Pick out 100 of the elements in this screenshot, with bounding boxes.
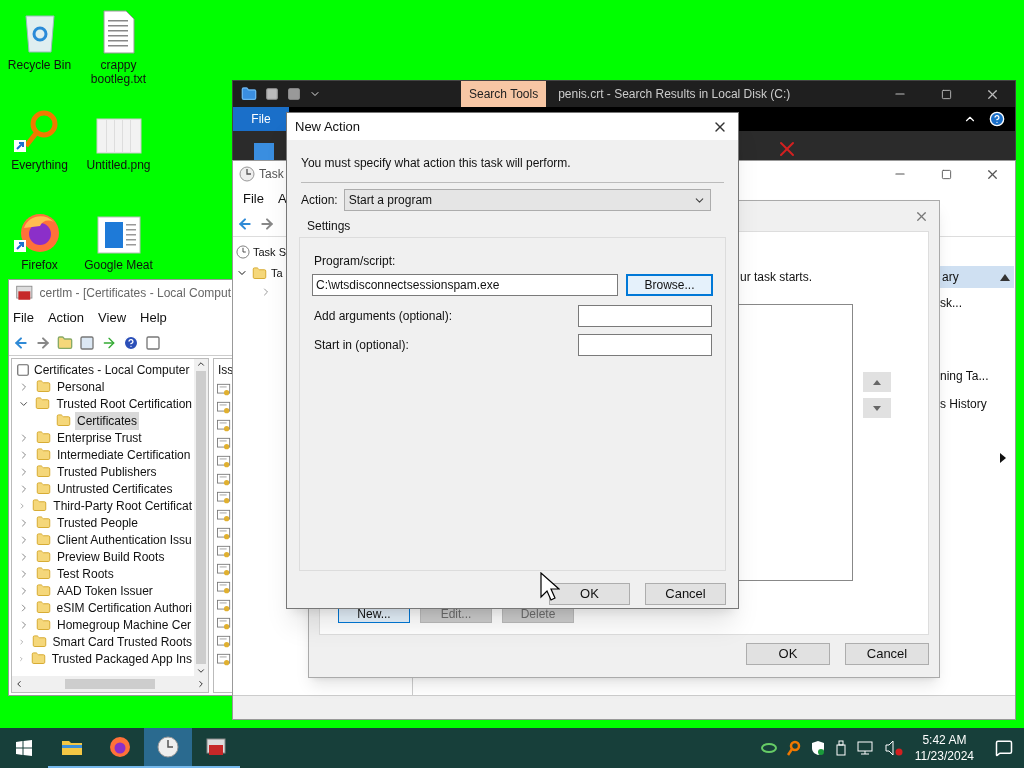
dialog-button[interactable]: OK bbox=[746, 643, 830, 665]
shortcut-arrow-icon bbox=[14, 240, 26, 252]
horizontal-scrollbar[interactable] bbox=[12, 676, 208, 692]
collapse-icon[interactable] bbox=[1000, 273, 1010, 281]
certificate-icon bbox=[217, 419, 231, 433]
back-icon[interactable] bbox=[237, 215, 253, 232]
tree-item[interactable]: Untrusted Certificates bbox=[55, 479, 175, 498]
pane-header[interactable]: ary bbox=[942, 268, 959, 286]
tree-item[interactable]: Ta bbox=[271, 264, 283, 282]
tree-item[interactable]: Trusted Root Certification bbox=[54, 394, 194, 413]
desktop-icon-label[interactable]: crappy bootleg.txt bbox=[79, 58, 158, 86]
tree-item[interactable]: Third-Party Root Certificat bbox=[51, 496, 194, 515]
dialog-button[interactable]: OK bbox=[549, 583, 630, 605]
action-link[interactable]: ning Ta... bbox=[940, 367, 1014, 385]
help-icon[interactable] bbox=[123, 334, 139, 351]
action-dropdown[interactable]: Start a program bbox=[343, 189, 711, 211]
forward-icon[interactable] bbox=[35, 334, 51, 351]
desktop-icon-label[interactable]: Untitled.png bbox=[79, 158, 158, 172]
tree-item[interactable]: Homegroup Machine Cer bbox=[55, 615, 194, 634]
window-title: penis.crt - Search Results in Local Disk (C:) bbox=[558, 86, 792, 103]
forward-icon[interactable] bbox=[259, 215, 275, 232]
menu-item[interactable]: Help bbox=[140, 308, 167, 328]
desktop-icon-label[interactable]: Everything bbox=[0, 158, 79, 172]
dialog-button[interactable]: Cancel bbox=[645, 583, 726, 605]
tree-item[interactable]: Personal bbox=[55, 377, 107, 396]
shortcut-arrow-icon bbox=[14, 140, 26, 152]
dialog-button[interactable]: Cancel bbox=[845, 643, 929, 665]
certificate-icon bbox=[217, 491, 231, 505]
help-icon[interactable] bbox=[989, 111, 1005, 127]
vertical-scrollbar[interactable] bbox=[194, 359, 208, 676]
instruction-text: ur task starts. bbox=[740, 269, 814, 286]
certificate-icon bbox=[217, 401, 231, 415]
tree-item[interactable]: AAD Token Issuer bbox=[55, 581, 155, 600]
tree-item[interactable]: Certificates bbox=[75, 411, 140, 430]
start-in-field[interactable] bbox=[578, 334, 712, 356]
magnifier-icon[interactable] bbox=[786, 740, 801, 756]
certificate-icon bbox=[217, 383, 231, 397]
folder-icon bbox=[35, 600, 51, 615]
tree-item[interactable]: Trusted People bbox=[55, 513, 140, 532]
certificate-icon bbox=[217, 545, 231, 559]
arguments-field[interactable] bbox=[578, 305, 712, 327]
menu-item[interactable]: View bbox=[98, 308, 127, 328]
tree-item[interactable]: Trusted Publishers bbox=[55, 462, 159, 481]
action-link[interactable]: s History bbox=[940, 395, 1014, 413]
move-up-button[interactable] bbox=[863, 372, 891, 392]
browse-button[interactable]: Browse... bbox=[626, 274, 713, 296]
action-link[interactable]: sk... bbox=[940, 294, 1014, 312]
context-tab[interactable]: Search Tools bbox=[461, 81, 547, 107]
certificate-icon bbox=[217, 563, 231, 577]
back-icon[interactable] bbox=[13, 334, 29, 351]
desktop-icon-label[interactable]: Recycle Bin bbox=[0, 58, 79, 72]
folder-icon bbox=[36, 566, 51, 581]
network-icon[interactable] bbox=[856, 740, 875, 756]
desktop-icon-label[interactable]: Firefox bbox=[0, 258, 79, 272]
scroll-left-icon[interactable] bbox=[14, 679, 24, 689]
folder-icon bbox=[56, 413, 71, 428]
menu-item[interactable]: Action bbox=[47, 308, 85, 328]
tree-item[interactable]: Client Authentication Issu bbox=[55, 530, 194, 549]
folder-icon bbox=[30, 651, 46, 666]
up-folder-icon[interactable] bbox=[57, 334, 73, 351]
tree-item[interactable]: Enterprise Trust bbox=[55, 428, 144, 447]
tree-item[interactable]: Preview Build Roots bbox=[55, 547, 167, 566]
maximize-icon[interactable] bbox=[940, 168, 952, 180]
group-label: Settings bbox=[307, 218, 352, 235]
folder-icon bbox=[36, 481, 51, 496]
folder-icon bbox=[61, 738, 83, 756]
shield-icon[interactable] bbox=[810, 740, 825, 756]
field-label: Start in (optional): bbox=[314, 337, 409, 354]
document-icon bbox=[96, 216, 141, 254]
menu-item[interactable]: File bbox=[243, 189, 264, 209]
network-sync-icon[interactable] bbox=[760, 741, 777, 755]
ribbon-tab[interactable]: File bbox=[233, 107, 289, 131]
move-down-button[interactable] bbox=[863, 398, 891, 418]
image-file-icon bbox=[95, 118, 142, 154]
taskbar-app[interactable] bbox=[144, 728, 192, 768]
certificate-icon bbox=[217, 581, 231, 595]
clock-date[interactable]: 11/23/2024 bbox=[914, 748, 974, 764]
scroll-up-icon[interactable] bbox=[196, 359, 206, 369]
tree-item[interactable]: Intermediate Certification bbox=[55, 445, 193, 464]
scroll-right-icon[interactable] bbox=[196, 679, 206, 689]
tree-item[interactable]: eSIM Certification Authori bbox=[54, 598, 194, 617]
tree-item[interactable]: Certificates - Local Computer bbox=[34, 360, 190, 379]
tree-item[interactable]: Task S bbox=[253, 243, 286, 261]
clock-time[interactable]: 5:42 AM bbox=[922, 732, 967, 748]
clock-icon bbox=[157, 736, 179, 758]
speaker-muted-icon[interactable] bbox=[884, 740, 903, 756]
desktop-icon-label[interactable]: Google Meat bbox=[79, 258, 158, 272]
maximize-icon[interactable] bbox=[940, 88, 952, 100]
certificate-icon bbox=[217, 635, 231, 649]
program-field[interactable]: C:\wtsdisconnectsessionspam.exe bbox=[312, 274, 618, 296]
certificate-console-icon bbox=[205, 736, 227, 758]
menu-item[interactable]: A bbox=[277, 189, 287, 209]
usb-drive-icon[interactable] bbox=[834, 740, 847, 756]
tree-item[interactable]: Test Roots bbox=[55, 564, 116, 583]
certificate-icon bbox=[217, 599, 231, 613]
down-arrow-icon bbox=[873, 405, 881, 411]
scroll-down-icon[interactable] bbox=[196, 666, 206, 676]
tree-item[interactable]: Smart Card Trusted Roots bbox=[50, 632, 194, 651]
menu-item[interactable]: File bbox=[13, 308, 34, 328]
tree-item[interactable]: Trusted Packaged App Ins bbox=[49, 649, 194, 668]
